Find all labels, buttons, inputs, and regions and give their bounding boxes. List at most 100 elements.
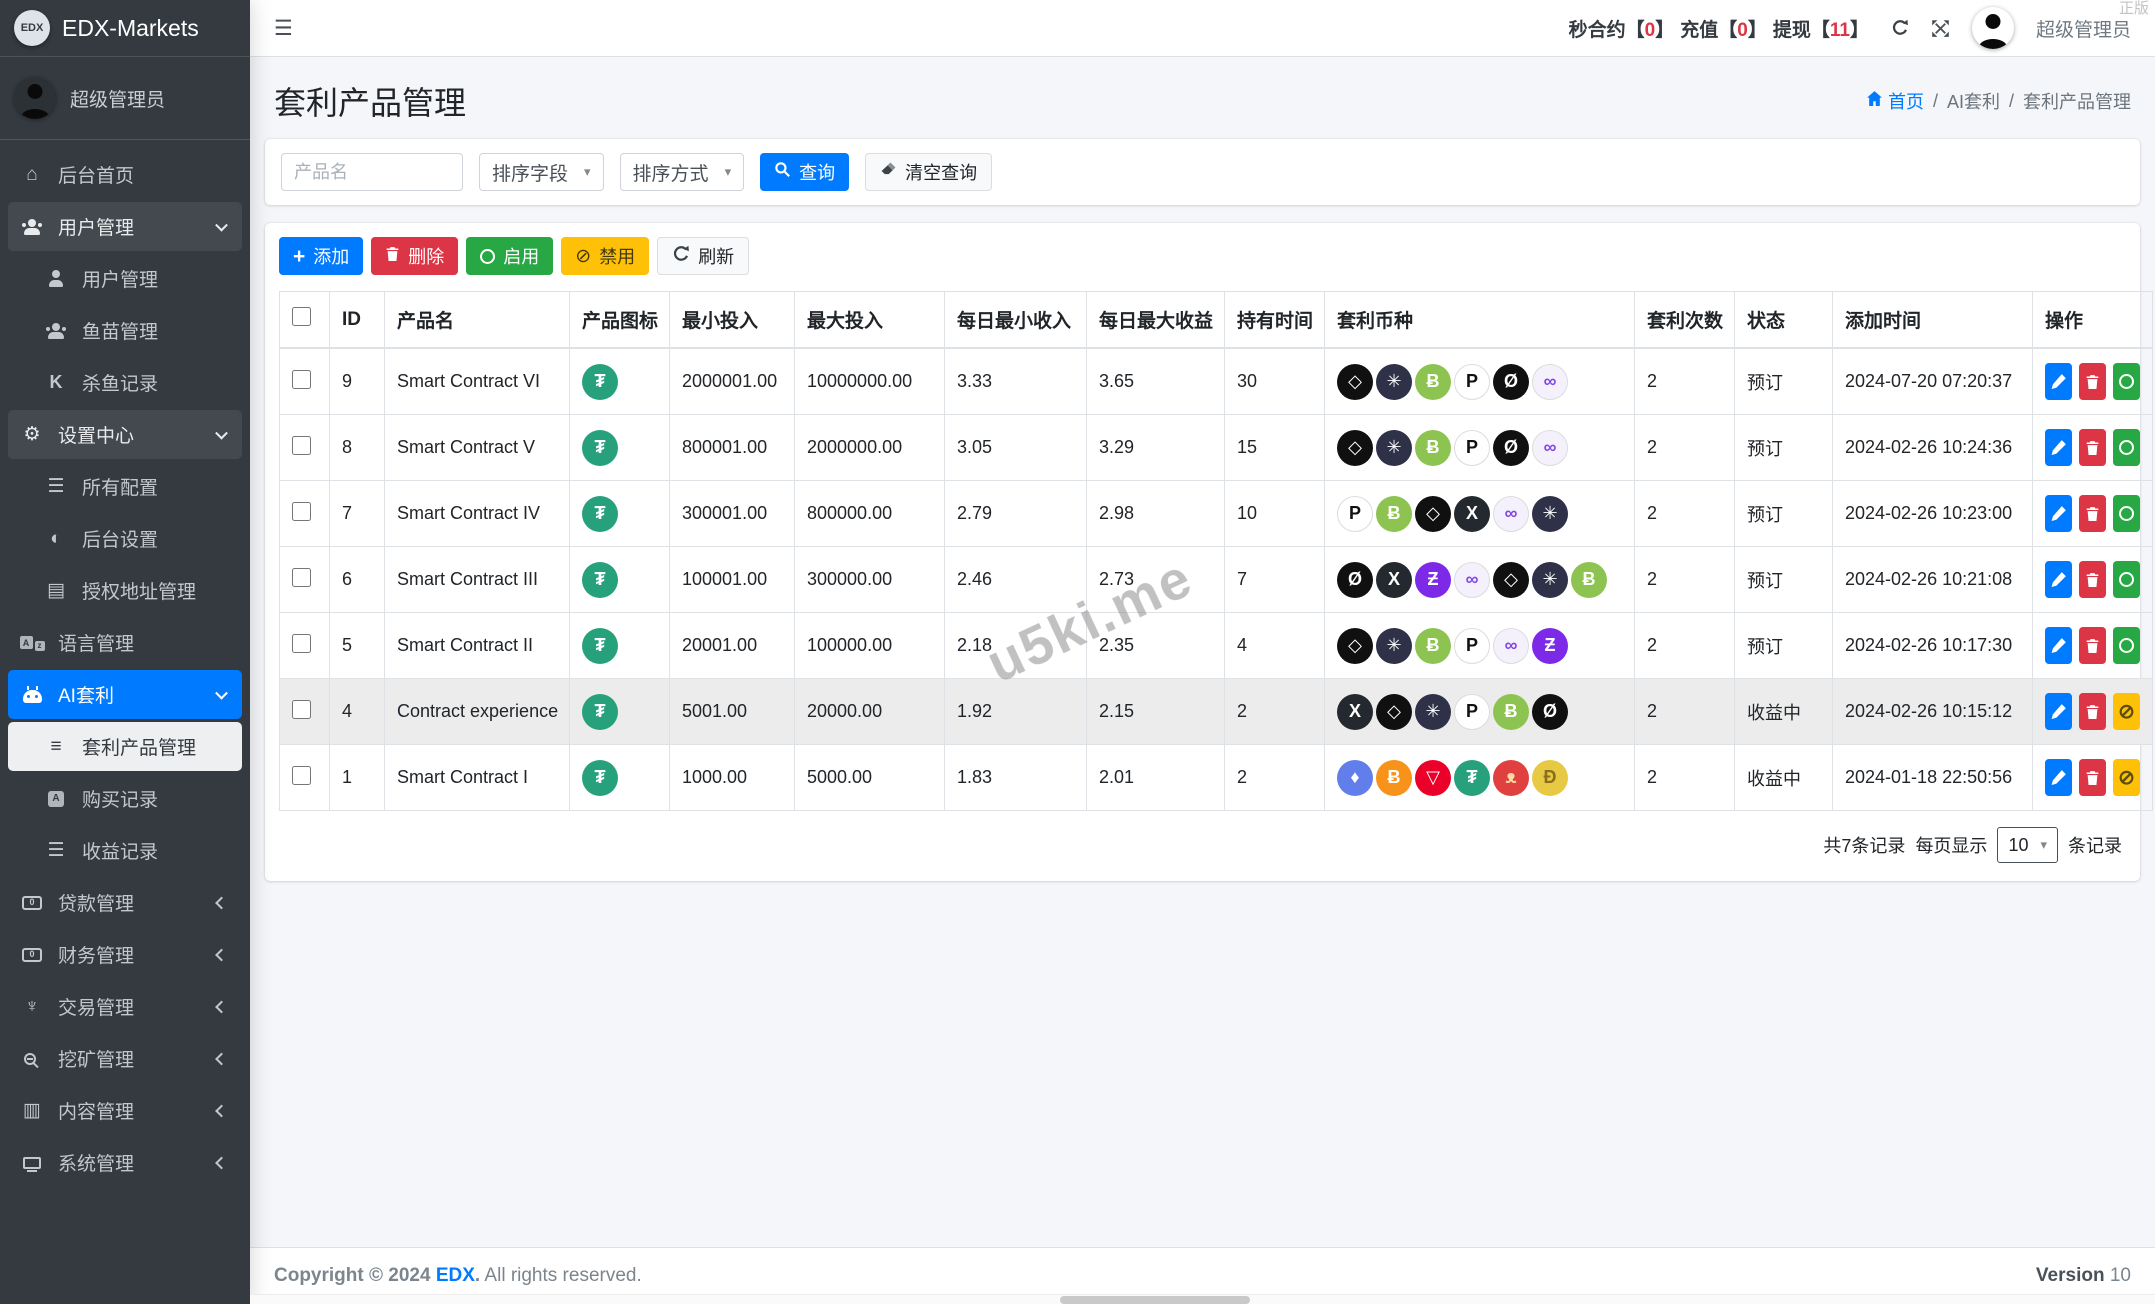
sidebar-item-交易管理[interactable]: ♆ 交易管理 [8, 982, 242, 1031]
circle-icon [480, 248, 496, 264]
delete-button[interactable]: 删除 [371, 237, 459, 275]
sidebar-item-设置中心[interactable]: ⚙ 设置中心 [8, 410, 242, 459]
menu-toggle-icon[interactable]: ☰ [274, 16, 293, 41]
chevron-down-icon [215, 426, 228, 440]
sidebar-item-用户管理[interactable]: 用户管理 [8, 202, 242, 251]
sidebar-item-语言管理[interactable]: Az 语言管理 [8, 618, 242, 667]
matic-coin-icon: ∞ [1532, 363, 1568, 400]
sidebar-item-套利产品管理[interactable]: ≡ 套利产品管理 [8, 722, 242, 771]
column-header-套利币种: 套利币种 [1324, 291, 1635, 349]
delete-row-button[interactable] [2079, 561, 2106, 598]
sidebar-user-name[interactable]: 超级管理员 [70, 85, 165, 112]
delete-row-button[interactable] [2079, 495, 2106, 532]
sidebar-item-挖矿管理[interactable]: 挖矿管理 [8, 1034, 242, 1083]
row-checkbox[interactable] [292, 501, 311, 521]
enable-row-button[interactable] [2113, 495, 2140, 532]
dot-coin-icon: P [1454, 627, 1490, 664]
sidebar-item-财务管理[interactable]: 0 财务管理 [8, 930, 242, 979]
add-button[interactable]: + 添加 [279, 237, 364, 275]
row-checkbox[interactable] [292, 435, 311, 455]
refresh-icon[interactable] [1891, 19, 1909, 37]
user-avatar[interactable] [1971, 7, 2014, 49]
sidebar-item-用户管理[interactable]: 用户管理 [8, 254, 242, 303]
row-id: 8 [329, 414, 385, 481]
breadcrumb-home-link[interactable]: 首页 [1866, 88, 1924, 114]
enable-row-button[interactable] [2113, 363, 2140, 400]
edit-button[interactable] [2045, 363, 2072, 400]
sidebar-group: ♆ 交易管理 [8, 982, 242, 1031]
per-page-value: 10 [2008, 834, 2029, 855]
status-text: 预订 [1734, 414, 1833, 481]
chevron-left-icon [215, 948, 228, 961]
sidebar-group: 系统管理 [8, 1138, 242, 1187]
usdt-coin-icon: ₮ [582, 759, 618, 796]
select-all-checkbox[interactable] [292, 307, 311, 326]
arbitrage-count: 2 [1634, 414, 1735, 481]
sidebar-item-贷款管理[interactable]: 0 贷款管理 [8, 878, 242, 927]
daily-max-income: 3.65 [1086, 347, 1225, 415]
edit-button[interactable] [2045, 561, 2072, 598]
edit-button[interactable] [2045, 495, 2072, 532]
edit-button[interactable] [2045, 429, 2072, 466]
enable-row-button[interactable] [2113, 627, 2140, 664]
row-checkbox[interactable] [292, 369, 311, 389]
refresh-button[interactable]: 刷新 [657, 237, 750, 275]
sidebar-item-后台设置[interactable]: ◐ 后台设置 [8, 514, 242, 563]
daily-min-income: 1.92 [944, 678, 1087, 745]
enable-button[interactable]: 启用 [466, 237, 554, 275]
sidebar-item-所有配置[interactable]: ☰ 所有配置 [8, 462, 242, 511]
fullscreen-icon[interactable] [1931, 19, 1950, 38]
sort-order-select[interactable]: 排序方式 ▾ [619, 153, 745, 191]
sidebar-item-系统管理[interactable]: 系统管理 [8, 1138, 242, 1187]
scrollbar-thumb[interactable] [1060, 1296, 1250, 1304]
sidebar-item-内容管理[interactable]: ▥ 内容管理 [8, 1086, 242, 1135]
bch-coin-icon: Ƀ [1415, 363, 1451, 400]
column-header-每日最大收益: 每日最大收益 [1086, 291, 1225, 349]
per-page-select[interactable]: 10 ▾ [1997, 827, 2058, 863]
status-text: 预订 [1734, 612, 1833, 679]
disable-row-button[interactable]: ⊘ [2113, 693, 2140, 730]
horizontal-scrollbar[interactable] [250, 1294, 2155, 1304]
footer-brand-link[interactable]: EDX [436, 1265, 475, 1286]
sidebar-item-鱼苗管理[interactable]: 鱼苗管理 [8, 306, 242, 355]
delete-row-button[interactable] [2079, 693, 2106, 730]
delete-row-button[interactable] [2079, 363, 2106, 400]
search-button[interactable]: 查询 [760, 153, 850, 191]
sidebar-item-杀鱼记录[interactable]: K 杀鱼记录 [8, 358, 242, 407]
row-checkbox[interactable] [292, 699, 311, 719]
product-name-input[interactable] [281, 153, 463, 191]
sidebar-item-购买记录[interactable]: A 购买记录 [8, 774, 242, 823]
edit-button[interactable] [2045, 759, 2072, 796]
clear-search-button[interactable]: 清空查询 [865, 153, 993, 191]
delete-row-button[interactable] [2079, 627, 2106, 664]
breadcrumb-section[interactable]: AI套利 [1947, 88, 2000, 114]
table-row: 4 Contract experience ₮ 5001.00 20000.00 1.92… [279, 678, 2153, 745]
arbitrage-coins: ◇ ✳ Ƀ P ∞ Ƶ [1337, 627, 1622, 664]
disable-button[interactable]: ⊘ 禁用 [561, 237, 650, 275]
sort-field-select[interactable]: 排序字段 ▾ [479, 153, 604, 191]
min-invest: 1000.00 [669, 744, 795, 811]
sidebar-item-后台首页[interactable]: ⌂ 后台首页 [8, 150, 242, 199]
sidebar-item-收益记录[interactable]: ☰ 收益记录 [8, 826, 242, 875]
stat-秒合约: 秒合约【0】 [1568, 19, 1675, 41]
row-checkbox[interactable] [292, 567, 311, 587]
column-header-套利次数: 套利次数 [1634, 291, 1735, 349]
row-checkbox[interactable] [292, 633, 311, 653]
edit-button[interactable] [2045, 627, 2072, 664]
edit-button[interactable] [2045, 693, 2072, 730]
topbar-username[interactable]: 超级管理员 [2036, 15, 2131, 42]
main-area: ☰ 秒合约【0】 充值【0】 提现【11】 超级管理员 套利产品管理 首页 / AI… [250, 0, 2155, 1304]
sidebar-item-AI套利[interactable]: AI套利 [8, 670, 242, 719]
enable-row-button[interactable] [2113, 429, 2140, 466]
enable-row-button[interactable] [2113, 561, 2140, 598]
ban-icon: ⊘ [575, 245, 592, 267]
max-invest: 800000.00 [794, 480, 945, 547]
delete-row-button[interactable] [2079, 759, 2106, 796]
disable-row-button[interactable]: ⊘ [2113, 759, 2140, 796]
chevron-down-icon [215, 686, 228, 700]
delete-row-button[interactable] [2079, 429, 2106, 466]
sidebar-item-授权地址管理[interactable]: ▤ 授权地址管理 [8, 566, 242, 615]
row-checkbox[interactable] [292, 765, 311, 785]
added-time: 2024-02-26 10:24:36 [1832, 414, 2033, 481]
brand[interactable]: EDX EDX-Markets [0, 0, 250, 57]
